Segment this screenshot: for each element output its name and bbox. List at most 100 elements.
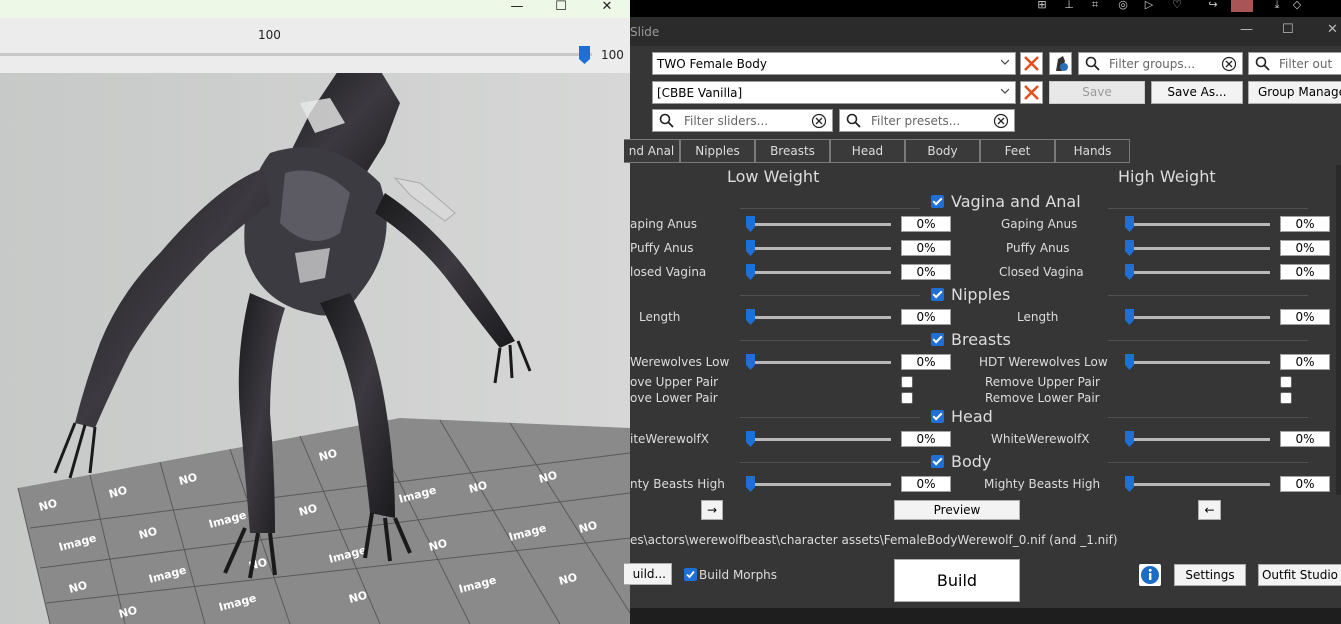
checkbox-low[interactable] bbox=[901, 392, 913, 404]
value-box-low[interactable]: 0% bbox=[901, 264, 951, 280]
outfit-combo[interactable]: TWO Female Body bbox=[652, 52, 1016, 75]
slider-thumb[interactable] bbox=[746, 431, 755, 447]
filter-presets-input[interactable]: Filter presets... bbox=[839, 109, 1015, 132]
strip-share-icon[interactable]: ↪ bbox=[1206, 0, 1220, 12]
slider-track-high[interactable] bbox=[1127, 483, 1270, 486]
slider-thumb[interactable] bbox=[746, 216, 755, 232]
value-box-low[interactable]: 0% bbox=[901, 354, 951, 370]
slider-thumb[interactable] bbox=[746, 476, 755, 492]
clear-icon[interactable] bbox=[1221, 56, 1237, 72]
slider-track-low[interactable] bbox=[748, 483, 891, 486]
slider-thumb[interactable] bbox=[1125, 216, 1134, 232]
info-icon[interactable] bbox=[1139, 564, 1161, 586]
close-icon[interactable]: ✕ bbox=[1327, 22, 1338, 37]
clear-icon[interactable] bbox=[993, 113, 1009, 129]
save-as-button[interactable]: Save As... bbox=[1151, 81, 1243, 104]
checkbox-low[interactable] bbox=[901, 376, 913, 388]
value-box-high[interactable]: 0% bbox=[1280, 476, 1330, 492]
strip-send-icon[interactable]: ▷ bbox=[1142, 0, 1156, 12]
slider-track-low[interactable] bbox=[748, 247, 891, 250]
save-button[interactable]: Save bbox=[1049, 81, 1145, 104]
preview-slider-thumb[interactable] bbox=[579, 46, 590, 64]
strip-crop-icon[interactable]: ⌗ bbox=[1088, 0, 1102, 12]
slider-track-high[interactable] bbox=[1127, 361, 1270, 364]
value-box-high[interactable]: 0% bbox=[1280, 431, 1330, 447]
slider-thumb[interactable] bbox=[1125, 476, 1134, 492]
value-box-low[interactable]: 0% bbox=[901, 431, 951, 447]
tab-vagina-anal[interactable]: nd Anal bbox=[624, 139, 680, 163]
minimize-icon[interactable]: — bbox=[1240, 22, 1253, 37]
checkbox-high[interactable] bbox=[1280, 392, 1292, 404]
value-box-high[interactable]: 0% bbox=[1280, 216, 1330, 232]
slider-thumb[interactable] bbox=[1125, 354, 1134, 370]
strip-target-icon[interactable]: ◎ bbox=[1116, 0, 1130, 12]
slider-thumb[interactable] bbox=[746, 354, 755, 370]
preview-button[interactable]: Preview bbox=[894, 500, 1020, 520]
value-box-low[interactable]: 0% bbox=[901, 309, 951, 325]
slider-track-low[interactable] bbox=[748, 316, 891, 319]
value-box-high[interactable]: 0% bbox=[1280, 309, 1330, 325]
clear-outfit-button[interactable] bbox=[1020, 52, 1043, 75]
slider-thumb[interactable] bbox=[1125, 309, 1134, 325]
slider-track-high[interactable] bbox=[1127, 438, 1270, 441]
slider-thumb[interactable] bbox=[1125, 264, 1134, 280]
value-box-high[interactable]: 0% bbox=[1280, 354, 1330, 370]
tab-nipples[interactable]: Nipples bbox=[680, 139, 755, 163]
clear-icon[interactable] bbox=[811, 113, 827, 129]
group-checkbox-body[interactable] bbox=[931, 455, 944, 468]
3d-viewport[interactable]: NO NO NO NO NO Image NO Image NO Image N… bbox=[0, 73, 630, 624]
maximize-icon[interactable]: ☐ bbox=[1282, 22, 1294, 37]
filter-sliders-input[interactable]: Filter sliders... bbox=[652, 109, 833, 132]
preset-combo[interactable]: [CBBE Vanilla] bbox=[652, 81, 1016, 104]
maximize-icon[interactable]: ☐ bbox=[538, 0, 584, 18]
value-box-high[interactable]: 0% bbox=[1280, 264, 1330, 280]
slider-track-high[interactable] bbox=[1127, 247, 1270, 250]
tab-breasts[interactable]: Breasts bbox=[755, 139, 830, 163]
build-button[interactable]: Build bbox=[894, 559, 1020, 602]
strip-grid-icon[interactable]: ⊞ bbox=[1035, 0, 1049, 12]
slider-thumb[interactable] bbox=[746, 240, 755, 256]
tab-hands[interactable]: Hands bbox=[1055, 139, 1130, 163]
slider-track-low[interactable] bbox=[748, 271, 891, 274]
outfit-studio-shortcut-button[interactable] bbox=[1049, 52, 1072, 75]
tab-feet[interactable]: Feet bbox=[980, 139, 1055, 163]
checkbox-high[interactable] bbox=[1280, 376, 1292, 388]
scrollbar[interactable] bbox=[1336, 165, 1341, 495]
build-morphs-checkbox[interactable] bbox=[684, 568, 697, 581]
tab-head[interactable]: Head bbox=[830, 139, 905, 163]
group-checkbox-breasts[interactable] bbox=[931, 333, 944, 346]
value-box-high[interactable]: 0% bbox=[1280, 240, 1330, 256]
group-checkbox-nipples[interactable] bbox=[931, 288, 944, 301]
copy-to-left-button[interactable]: ← bbox=[1198, 500, 1221, 520]
group-manager-button[interactable]: Group Manager bbox=[1248, 81, 1341, 104]
group-checkbox-head[interactable] bbox=[931, 410, 944, 423]
close-icon[interactable]: ✕ bbox=[584, 0, 630, 18]
slider-track-low[interactable] bbox=[748, 438, 891, 441]
minimize-icon[interactable]: — bbox=[494, 0, 540, 18]
slider-thumb[interactable] bbox=[1125, 431, 1134, 447]
tab-body[interactable]: Body bbox=[905, 139, 980, 163]
strip-heart-icon[interactable]: ♡ bbox=[1170, 0, 1184, 12]
slider-track-high[interactable] bbox=[1127, 223, 1270, 226]
settings-button[interactable]: Settings bbox=[1174, 564, 1246, 586]
preview-weight-slider[interactable] bbox=[0, 53, 592, 56]
filter-out-input[interactable]: Filter out bbox=[1248, 52, 1341, 75]
strip-download-icon[interactable]: ⤓ bbox=[1270, 0, 1284, 12]
slider-thumb[interactable] bbox=[746, 309, 755, 325]
strip-pin-icon[interactable]: ⊥ bbox=[1062, 0, 1076, 12]
slider-track-low[interactable] bbox=[748, 223, 891, 226]
value-box-low[interactable]: 0% bbox=[901, 476, 951, 492]
filter-groups-input[interactable]: Filter groups... bbox=[1078, 52, 1243, 75]
outfit-studio-button[interactable]: Outfit Studio bbox=[1258, 564, 1341, 586]
value-box-low[interactable]: 0% bbox=[901, 240, 951, 256]
slider-thumb[interactable] bbox=[746, 264, 755, 280]
slider-track-low[interactable] bbox=[748, 361, 891, 364]
batch-build-button[interactable]: uild... bbox=[624, 563, 672, 585]
copy-to-right-button[interactable]: → bbox=[701, 500, 723, 520]
value-box-low[interactable]: 0% bbox=[901, 216, 951, 232]
slider-track-high[interactable] bbox=[1127, 316, 1270, 319]
slider-thumb[interactable] bbox=[1125, 240, 1134, 256]
strip-avatar[interactable] bbox=[1231, 0, 1253, 12]
slider-track-high[interactable] bbox=[1127, 271, 1270, 274]
group-checkbox-vagina[interactable] bbox=[931, 195, 944, 208]
